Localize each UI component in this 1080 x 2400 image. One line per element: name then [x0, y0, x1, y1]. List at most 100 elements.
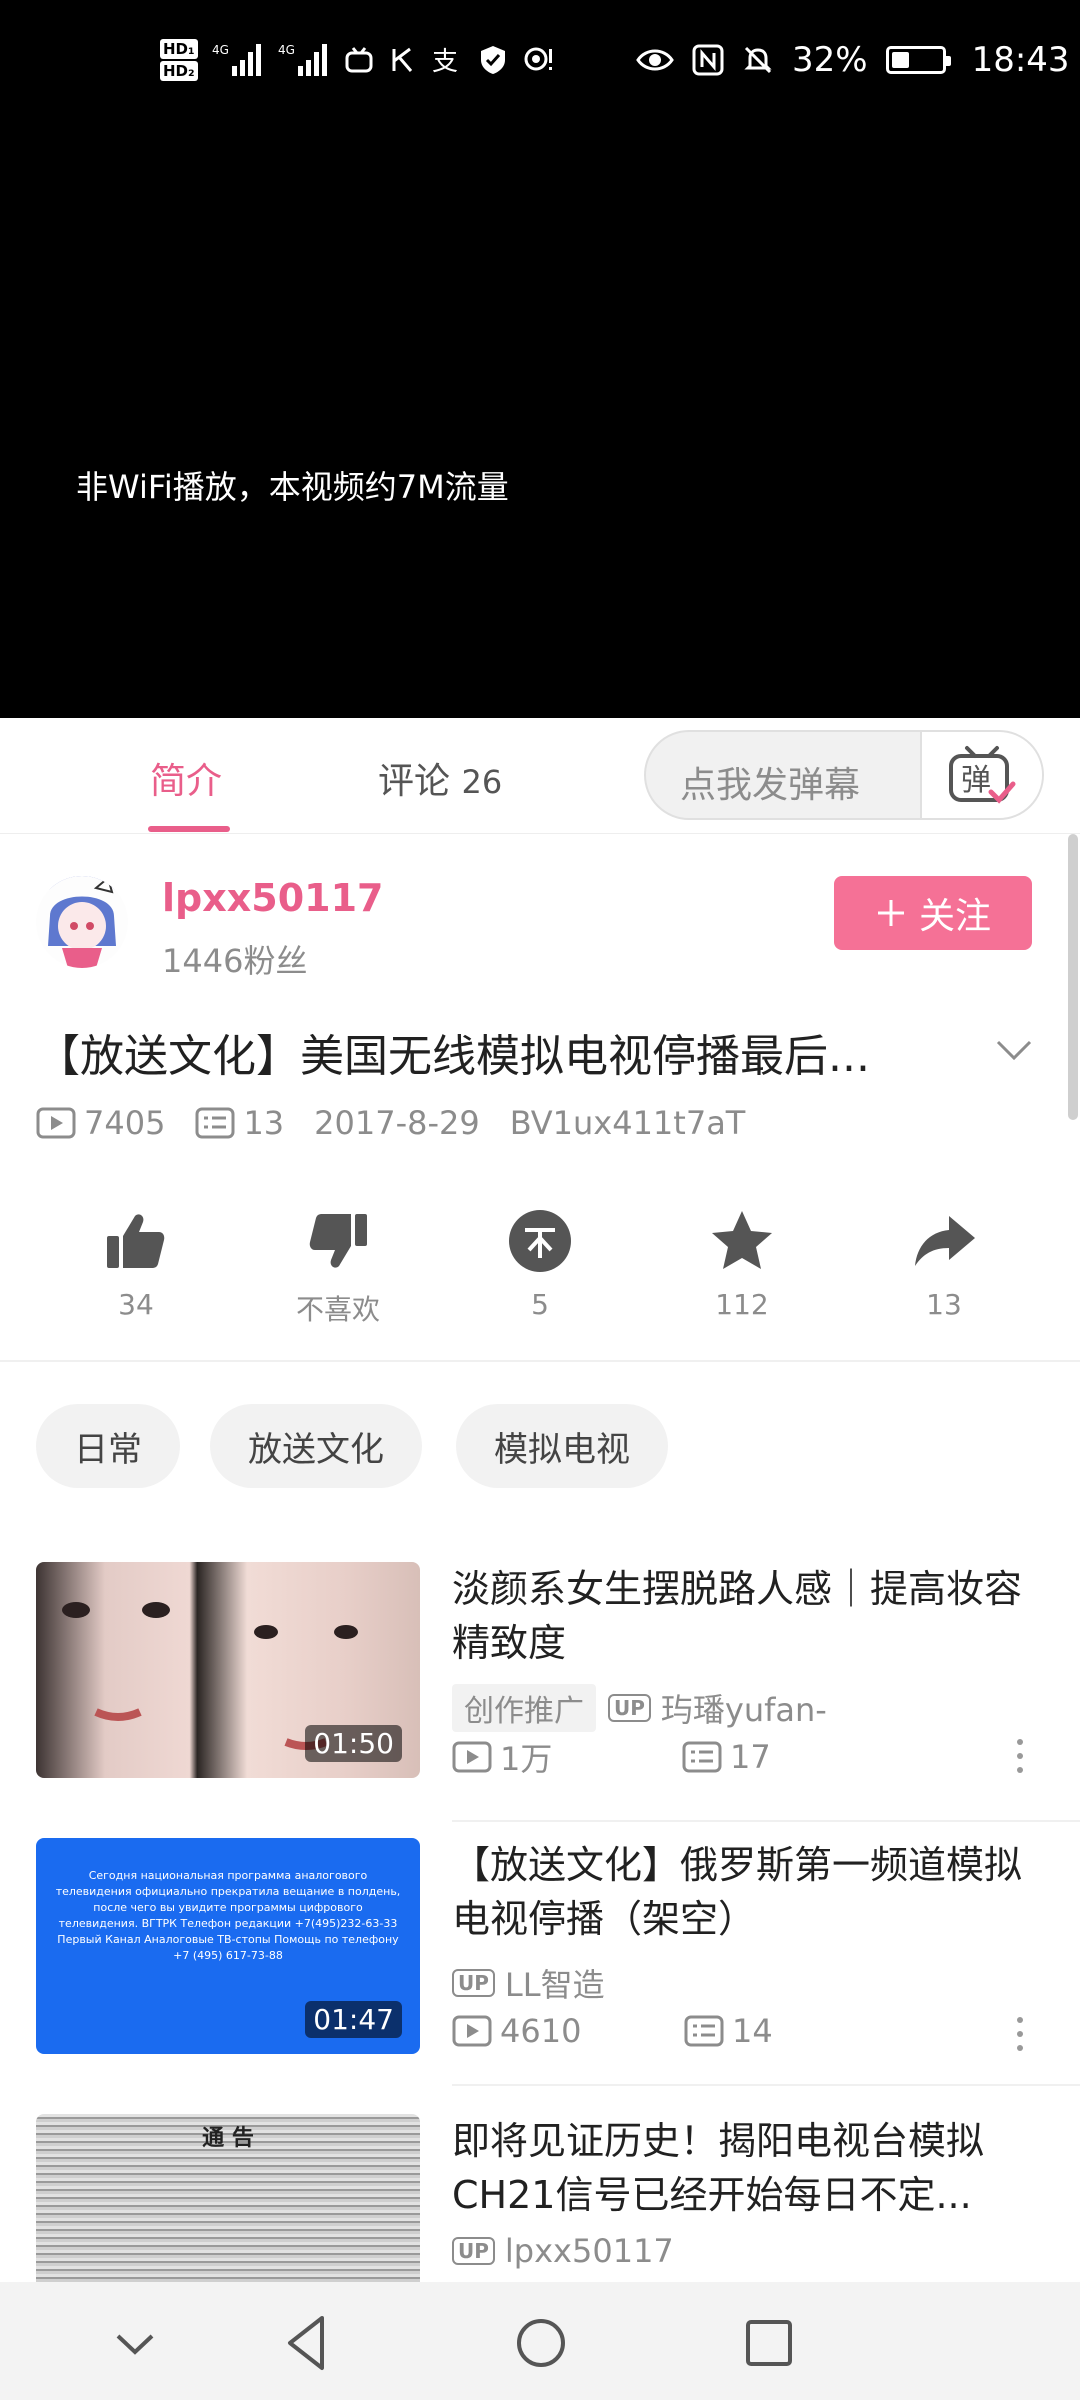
related-video-title: 【放送文化】俄罗斯第一频道模拟电视停播（架空） — [452, 1843, 1023, 1941]
nfc-icon — [692, 44, 724, 76]
play-count-icon — [452, 1741, 492, 1773]
danmaku-toggle-glyph: 弹 — [961, 763, 991, 798]
chevron-down-icon[interactable] — [994, 1030, 1034, 1070]
author-name[interactable]: lpxx50117 — [162, 876, 383, 920]
video-player[interactable]: HD₁ HD₂ 4G 4G 支 32% 18:43 非WiFi播放，本视频约7M流… — [0, 0, 1080, 718]
author-fans-count: 1446粉丝 — [162, 942, 308, 980]
danmaku-count: 13 — [195, 1104, 284, 1142]
dislike-label: 不喜欢 — [295, 1293, 380, 1326]
avatar[interactable] — [36, 876, 128, 968]
tab-active-indicator — [148, 826, 230, 832]
tag-chip[interactable]: 日常 — [36, 1404, 180, 1488]
danmaku-count-icon — [682, 1741, 722, 1773]
battery-percent: 32% — [792, 40, 868, 80]
view-count-value: 1万 — [500, 1740, 553, 1778]
follow-label: 关注 — [918, 896, 991, 937]
video-thumbnail: 01:50 — [36, 1562, 420, 1778]
tab-comments-count: 26 — [461, 763, 503, 801]
bvid: BV1ux411t7aT — [509, 1104, 746, 1142]
danmaku-count-value: 14 — [732, 2012, 773, 2050]
back-icon[interactable] — [274, 2308, 344, 2378]
view-count: 4610 — [452, 2012, 684, 2050]
danmaku-toggle-button[interactable]: 弹 — [920, 732, 1042, 818]
avatar-image — [36, 876, 128, 968]
danmaku-count-value: 17 — [730, 1738, 771, 1776]
share-count: 13 — [926, 1288, 962, 1321]
k-app-icon — [392, 47, 412, 72]
danmaku-count: 14 — [684, 2012, 773, 2050]
status-icons-right: 32% 18:43 — [636, 40, 1070, 80]
coin-button[interactable]: 5 — [470, 1208, 610, 1321]
tab-comments[interactable]: 评论 26 — [378, 752, 502, 804]
thumbs-up-icon — [107, 1214, 165, 1268]
tag-chip[interactable]: 放送文化 — [210, 1404, 422, 1488]
scrollbar[interactable] — [1068, 834, 1078, 1120]
danmaku-input[interactable]: 点我发弹幕 弹 — [644, 730, 1044, 820]
dislike-button[interactable]: 不喜欢 — [268, 1208, 408, 1328]
related-video-item[interactable]: 01:50 淡颜系女生摆脱路人感｜提高妆容精致度 创作推广 UP 玙璠yufan… — [0, 1562, 1080, 1838]
publish-date: 2017-8-29 — [314, 1104, 480, 1142]
related-video-title: 即将见证历史！揭阳电视台模拟CH21信号已经开始每日不定... — [452, 2119, 985, 2217]
video-duration: 01:47 — [305, 2001, 402, 2038]
signal-4g-icon: 4G — [212, 43, 261, 76]
svg-text:4G: 4G — [278, 43, 295, 57]
follow-button[interactable]: 关注 — [834, 876, 1032, 950]
view-count-value: 4610 — [500, 2012, 582, 2050]
more-options-icon[interactable] — [1010, 2014, 1030, 2054]
share-arrow-icon — [915, 1216, 975, 1266]
uploader-name: 玙璠yufan- — [660, 1691, 827, 1729]
related-video-item[interactable]: Сегодня национальная программа аналогово… — [0, 1838, 1080, 2114]
video-duration: 01:50 — [305, 1725, 402, 1762]
like-count: 34 — [118, 1288, 154, 1321]
hd-icon: HD₁ HD₂ — [160, 38, 198, 82]
alipay-icon: 支 — [432, 47, 458, 75]
svg-text:4G: 4G — [212, 43, 229, 57]
uploader-name: lpxx50117 — [504, 2232, 674, 2270]
danmaku-count-icon — [684, 2015, 724, 2047]
chevron-down-icon[interactable] — [100, 2308, 170, 2378]
eye-comfort-icon — [636, 49, 674, 71]
video-thumbnail: 通 告 — [36, 2114, 420, 2282]
hotspot-icon — [524, 47, 552, 71]
related-video-uploader-row: UP lpxx50117 — [452, 2232, 674, 2270]
mute-bell-icon — [744, 46, 772, 74]
danmaku-count: 17 — [682, 1738, 771, 1776]
up-badge-icon: UP — [452, 2237, 495, 2265]
system-navigation-bar — [0, 2282, 1080, 2400]
clock: 18:43 — [971, 40, 1070, 80]
coin-count: 5 — [531, 1288, 549, 1321]
star-icon — [712, 1211, 772, 1269]
tab-comments-label: 评论 — [378, 761, 451, 802]
related-video-title: 淡颜系女生摆脱路人感｜提高妆容精致度 — [452, 1567, 1023, 1665]
favorite-button[interactable]: 112 — [672, 1208, 812, 1321]
recent-apps-icon[interactable] — [734, 2308, 804, 2378]
item-divider — [452, 2084, 1080, 2086]
favorite-count: 112 — [715, 1288, 769, 1321]
coin-icon — [509, 1210, 571, 1272]
thumbnail-text: Сегодня национальная программа аналогово… — [55, 1869, 401, 1962]
up-badge-icon: UP — [608, 1694, 651, 1722]
tag-chip[interactable]: 模拟电视 — [456, 1404, 668, 1488]
danmaku-tv-icon: 弹 — [949, 746, 1016, 804]
play-count-icon — [452, 2015, 492, 2047]
video-thumbnail: Сегодня национальная программа аналогово… — [36, 1838, 420, 2054]
like-button[interactable]: 34 — [66, 1208, 206, 1321]
svg-text:支: 支 — [432, 47, 458, 75]
view-count-value: 7405 — [84, 1104, 166, 1142]
promotion-badge: 创作推广 — [452, 1684, 596, 1732]
share-button[interactable]: 13 — [874, 1208, 1014, 1321]
thumbs-down-icon — [309, 1214, 367, 1268]
related-video-stats: 1万 17 — [452, 1734, 771, 1780]
tab-bar: 简介 评论 26 点我发弹幕 弹 — [0, 718, 1080, 834]
shield-icon — [480, 46, 505, 74]
more-options-icon[interactable] — [1010, 1736, 1030, 1776]
related-video-item[interactable]: 通 告 即将见证历史！揭阳电视台模拟CH21信号已经开始每日不定... UP l… — [0, 2114, 1080, 2282]
video-title[interactable]: 【放送文化】美国无线模拟电视停播最后... — [36, 1020, 956, 1084]
tab-intro[interactable]: 简介 — [150, 752, 222, 804]
section-divider — [0, 1360, 1080, 1362]
signal-4g-icon-2: 4G — [278, 43, 327, 76]
status-bar: HD₁ HD₂ 4G 4G 支 32% 18:43 — [0, 0, 1080, 130]
non-wifi-notice: 非WiFi播放，本视频约7M流量 — [76, 468, 509, 506]
home-icon[interactable] — [506, 2308, 576, 2378]
danmaku-count-value: 13 — [243, 1104, 285, 1142]
